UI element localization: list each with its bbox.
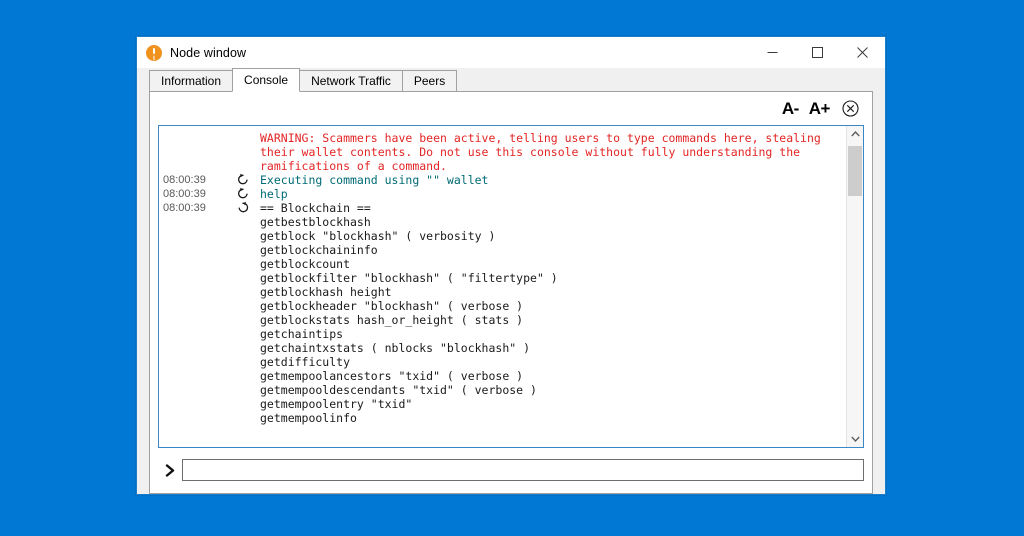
font-decrease-button[interactable]: A- bbox=[778, 100, 803, 117]
clear-console-icon[interactable] bbox=[841, 99, 860, 118]
scroll-down-icon[interactable] bbox=[847, 431, 863, 447]
console-message: WARNING: Scammers have been active, tell… bbox=[260, 131, 821, 173]
console-scrollbar[interactable] bbox=[846, 126, 863, 447]
bitcoin-icon bbox=[146, 44, 162, 61]
console-timestamp: 08:00:39 bbox=[163, 202, 206, 214]
window-title: Node window bbox=[170, 45, 247, 60]
console-output[interactable]: WARNING: Scammers have been active, tell… bbox=[159, 126, 846, 447]
console-message: help bbox=[260, 187, 288, 201]
console-message: Executing command using "" wallet bbox=[260, 173, 489, 187]
minimize-button[interactable] bbox=[750, 37, 795, 68]
scrollbar-thumb[interactable] bbox=[848, 146, 862, 196]
font-size-toolbar: A- A+ bbox=[158, 92, 864, 125]
console-line: WARNING: Scammers have been active, tell… bbox=[159, 131, 844, 173]
command-input-row bbox=[158, 448, 864, 485]
close-button[interactable] bbox=[840, 37, 885, 68]
tab-peers[interactable]: Peers bbox=[401, 70, 458, 92]
console-line: 08:00:39 help bbox=[159, 187, 844, 201]
node-window: Node window Information Console Network … bbox=[136, 36, 886, 495]
console-timestamp: 08:00:39 bbox=[163, 174, 206, 186]
outgoing-arrow-icon bbox=[229, 187, 257, 199]
font-increase-button[interactable]: A+ bbox=[805, 100, 834, 117]
tab-strip: Information Console Network Traffic Peer… bbox=[137, 68, 885, 92]
tab-console[interactable]: Console bbox=[232, 68, 301, 92]
title-bar: Node window bbox=[137, 37, 885, 68]
console-timestamp: 08:00:39 bbox=[163, 188, 206, 200]
console-panel: A- A+ WARNING: Scammers have been active… bbox=[149, 92, 873, 494]
maximize-button[interactable] bbox=[795, 37, 840, 68]
console-line: 08:00:39 Executing command using "" wall… bbox=[159, 173, 844, 187]
chevron-right-icon bbox=[158, 463, 182, 477]
incoming-arrow-icon bbox=[229, 201, 257, 213]
tab-network-traffic[interactable]: Network Traffic bbox=[299, 70, 403, 92]
scrollbar-track[interactable] bbox=[847, 142, 863, 431]
command-input[interactable] bbox=[182, 459, 864, 481]
console-message: == Blockchain == getbestblockhash getblo… bbox=[260, 201, 558, 425]
scroll-up-icon[interactable] bbox=[847, 126, 863, 142]
console-output-container: WARNING: Scammers have been active, tell… bbox=[158, 125, 864, 448]
tab-information[interactable]: Information bbox=[149, 70, 234, 92]
outgoing-arrow-icon bbox=[229, 173, 257, 185]
console-line: 08:00:39 == Blockchain == getbestblockha… bbox=[159, 201, 844, 425]
